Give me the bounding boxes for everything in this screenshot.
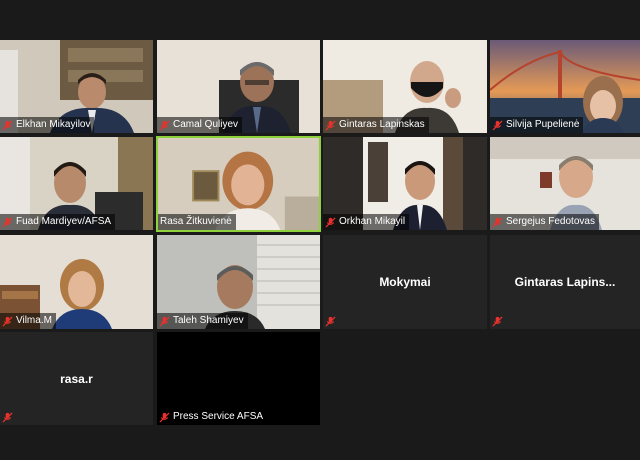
mic-muted-icon [2,119,13,131]
video-tile-fuad[interactable]: Fuad Mardiyev/AFSA [0,137,153,230]
participant-name-tag: Camal Quliyev [157,117,243,133]
mic-muted-icon [325,216,336,228]
participant-name: Orkhan Mikayil [339,216,406,227]
video-tile-gintaras[interactable]: Gintaras Lapinskas [323,40,487,133]
mic-muted-icon [159,315,170,327]
video-tile-silvija[interactable]: Silvija Pupelienė [490,40,640,133]
participant-name-tag: Orkhan Mikayil [323,214,410,230]
video-tile-taleh[interactable]: Taleh Shamiyev [157,235,320,329]
video-tile-camal[interactable]: Camal Quliyev [157,40,320,133]
participant-name: rasa.r [60,371,93,386]
video-grid: Elkhan Mikayilov Camal Quliyev Gintaras … [0,0,640,460]
mic-muted-icon [325,119,336,131]
video-tile-rasa-r[interactable]: rasa.r [0,332,153,425]
participant-name-tag: Fuad Mardiyev/AFSA [0,214,116,230]
participant-name: Press Service AFSA [173,411,264,422]
video-tile-sergejus[interactable]: Sergejus Fedotovas [490,137,640,230]
participant-name: Silvija Pupelienė [506,119,580,130]
participant-name: Gintaras Lapins... [514,275,616,289]
video-tile-rasa-active-speaker[interactable]: Rasa Žitkuvienė [156,136,321,232]
participant-name: Elkhan Mikayilov [16,119,91,130]
participant-name-tag: Vilma.M [0,313,56,329]
participant-name-tag: Silvija Pupelienė [490,117,584,133]
video-tile-mokymai[interactable]: Mokymai [323,235,487,329]
participant-name: Camal Quliyev [173,119,239,130]
mic-muted-icon [2,315,13,327]
video-tile-press-service[interactable]: Press Service AFSA [157,332,320,425]
video-tile-orkhan[interactable]: Orkhan Mikayil [323,137,487,230]
participant-name-tag: Gintaras Lapinskas [323,117,429,133]
mic-muted-icon [159,411,170,423]
video-tile-elkhan[interactable]: Elkhan Mikayilov [0,40,153,133]
participant-name: Taleh Shamiyev [173,315,244,326]
mic-muted-icon [325,316,336,327]
mic-muted-icon [492,216,503,228]
video-tile-gintaras-2[interactable]: Gintaras Lapins... [490,235,640,329]
mic-muted-icon [2,412,13,423]
participant-name: Rasa Žitkuvienė [160,216,232,227]
mic-muted-icon [159,119,170,131]
participant-name-tag: Taleh Shamiyev [157,313,248,329]
participant-name-tag: Rasa Žitkuvienė [158,214,236,230]
participant-name-tag: Elkhan Mikayilov [0,117,95,133]
mic-muted-icon [492,316,503,327]
participant-name: Fuad Mardiyev/AFSA [16,216,112,227]
participant-name-tag: Sergejus Fedotovas [490,214,599,230]
mic-muted-icon [492,119,503,131]
mic-muted-icon [2,216,13,228]
participant-name: Vilma.M [16,315,52,326]
video-tile-vilma[interactable]: Vilma.M [0,235,153,329]
participant-name: Mokymai [379,275,431,289]
participant-name-tag: Press Service AFSA [157,409,268,425]
participant-name: Sergejus Fedotovas [506,216,595,227]
participant-name: Gintaras Lapinskas [339,119,425,130]
